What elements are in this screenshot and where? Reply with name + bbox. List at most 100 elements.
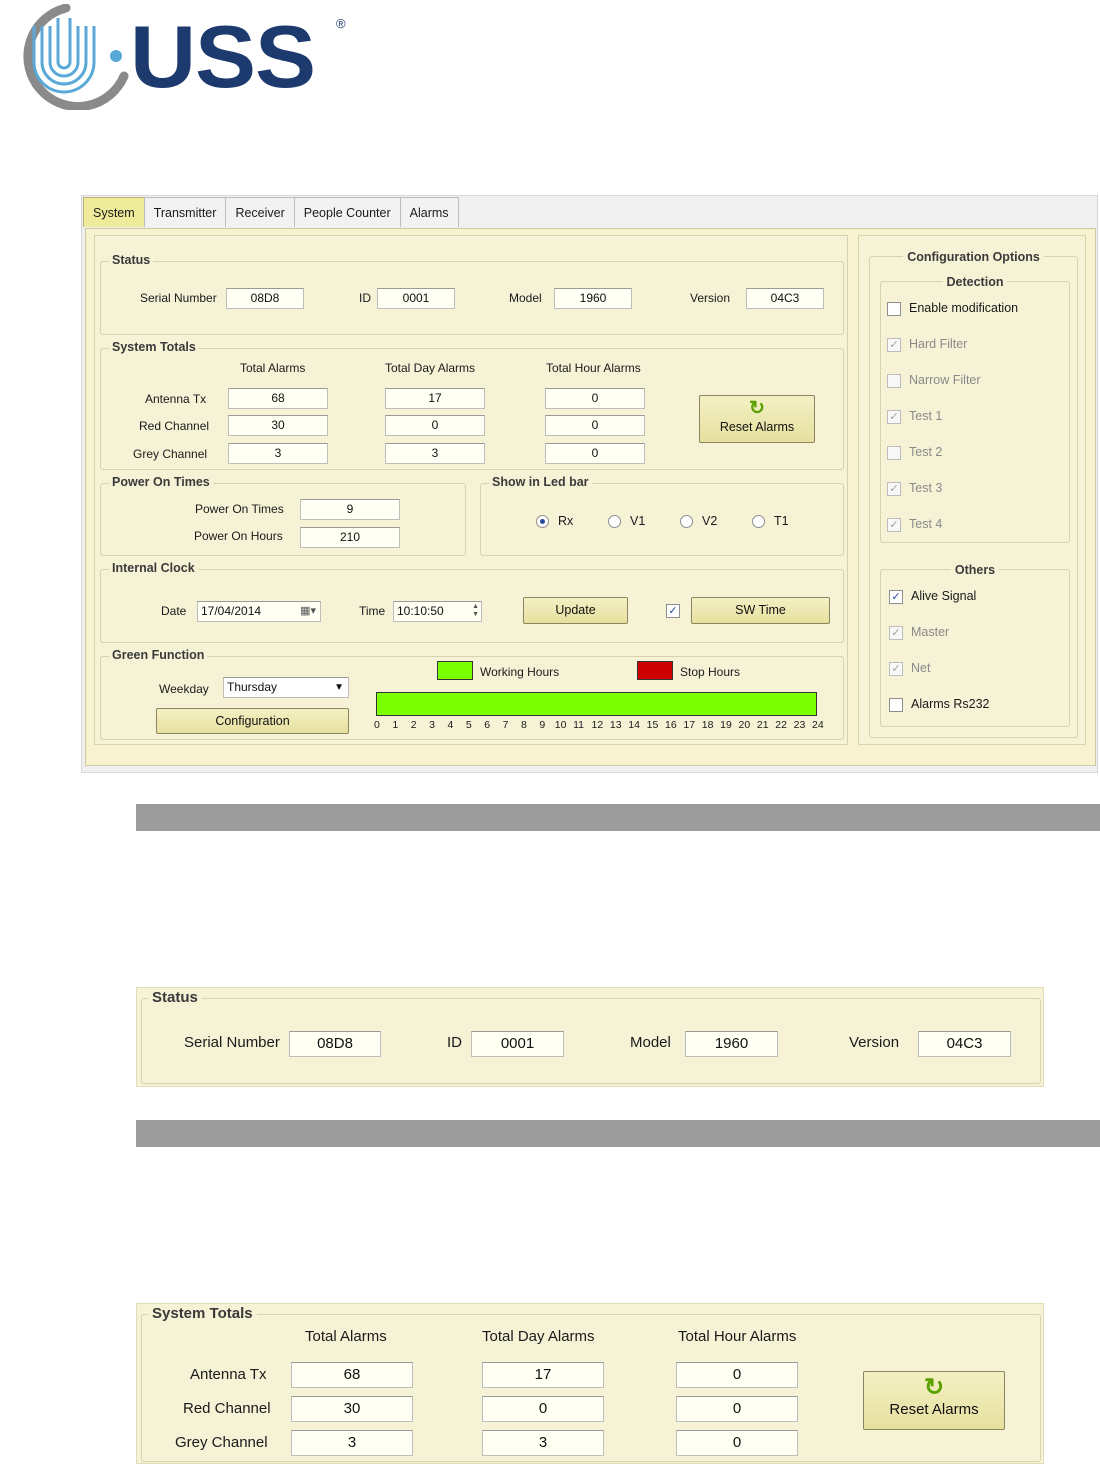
configuration-button[interactable]: Configuration	[156, 708, 349, 734]
detection-option-checkbox: ✓	[887, 482, 901, 496]
sw-time-checkbox[interactable]: ✓	[666, 604, 680, 618]
row-label-red-channel: Red Channel	[139, 419, 210, 433]
tab-people-counter[interactable]: People Counter	[293, 197, 401, 227]
totals-zoom-header-hour: Total Hour Alarms	[678, 1328, 797, 1345]
hour-ticks: 0 1 2 3 4 5 6 7 8 9 10 11 12 13 14 15 16 17 18 19 20 21 22 23 24	[374, 719, 826, 733]
status-group: Status Serial Number 08D8 ID 0001 Model …	[100, 253, 844, 335]
hour-tick-label: 3	[429, 719, 435, 731]
time-value: 10:10:50	[397, 604, 444, 618]
others-option-checkbox[interactable]: ✓	[889, 590, 903, 604]
status-zoom-version-label: Version	[849, 1034, 900, 1051]
working-hours-swatch	[437, 661, 473, 680]
hour-tick-label: 17	[683, 719, 696, 731]
spinner-arrows-icon[interactable]: ▲ ▼	[472, 603, 479, 619]
internal-clock-group: Internal Clock Date 17/04/2014 ▦▾ Time 1…	[100, 561, 844, 643]
totals-zoom-antenna-hour: 0	[676, 1362, 798, 1388]
detection-group: Detection Enable modification ✓ Hard Filte…	[880, 275, 1070, 543]
status-zoom-id-value: 0001	[471, 1031, 564, 1057]
calendar-dropdown-icon[interactable]: ▦▾	[300, 602, 316, 621]
detection-title: Detection	[942, 275, 1008, 289]
hour-tick-label: 7	[502, 719, 509, 731]
version-label: Version	[690, 291, 731, 305]
weekday-select[interactable]: Thursday ▼	[223, 677, 349, 698]
totals-zoom-header-day: Total Day Alarms	[482, 1328, 595, 1345]
hour-tick-label: 9	[539, 719, 546, 731]
led-radio-v2[interactable]	[680, 515, 693, 528]
app-window: System Transmitter Receiver People Count…	[81, 195, 1098, 773]
led-radio-rx[interactable]	[536, 515, 549, 528]
totals-zoom-red-hour: 0	[676, 1396, 798, 1422]
detection-option-label: Test 1	[909, 409, 943, 423]
totals-zoom-antenna-day: 17	[482, 1362, 604, 1388]
totals-zoom-panel: System Totals Total Alarms Total Day Ala…	[136, 1303, 1044, 1464]
hour-tick-label: 21	[756, 719, 769, 731]
sw-time-button[interactable]: SW Time	[691, 597, 830, 624]
hour-tick-label: 19	[720, 719, 732, 731]
tab-alarms[interactable]: Alarms	[399, 197, 459, 227]
tab-system[interactable]: System	[83, 197, 145, 227]
tab-transmitter[interactable]: Transmitter	[143, 197, 227, 227]
section-separator-2	[136, 1120, 1100, 1147]
model-value: 1960	[554, 288, 632, 309]
reset-alarms-button[interactable]: ↻ Reset Alarms	[699, 395, 815, 443]
hour-tick-label: 18	[701, 719, 714, 731]
hour-tick-label: 0	[374, 719, 380, 731]
totals-zoom-red-label: Red Channel	[183, 1400, 271, 1417]
registered-mark: ®	[336, 16, 346, 31]
chevron-down-icon: ▼	[334, 682, 344, 693]
totals-zoom-antenna-label: Antenna Tx	[190, 1366, 267, 1383]
stop-hours-swatch	[637, 661, 673, 680]
green-hours-bar[interactable]	[376, 692, 817, 716]
green-function-title: Green Function	[109, 648, 208, 662]
status-zoom-serial-label: Serial Number	[184, 1034, 280, 1051]
date-value: 17/04/2014	[201, 604, 262, 618]
logo-wordmark: USS	[130, 7, 316, 106]
header-total-hour-alarms: Total Hour Alarms	[546, 361, 641, 375]
tab-bar: System Transmitter Receiver People Count…	[83, 197, 459, 228]
others-title: Others	[950, 563, 1000, 577]
row-label-antenna-tx: Antenna Tx	[145, 392, 207, 406]
detection-option-label: Enable modification	[909, 301, 1019, 315]
detection-option-checkbox: ✓	[887, 338, 901, 352]
totals-zoom-reset-label: Reset Alarms	[889, 1401, 979, 1418]
totals-zoom-grey-hour: 0	[676, 1430, 798, 1456]
version-value: 04C3	[746, 288, 824, 309]
led-radio-v1[interactable]	[608, 515, 621, 528]
others-option-checkbox[interactable]	[889, 698, 903, 712]
hour-tick-label: 22	[775, 719, 787, 731]
hour-tick-label: 5	[465, 719, 472, 731]
id-label: ID	[359, 291, 371, 305]
totals-zoom-reset-button[interactable]: ↻ Reset Alarms	[863, 1371, 1005, 1430]
config-options-panel: Configuration Options Detection Enable m…	[858, 235, 1086, 745]
detection-option-label: Test 2	[909, 445, 943, 459]
hour-tick-label: 6	[484, 719, 491, 731]
led-option-rx-label: Rx	[558, 514, 574, 528]
serial-number-label: Serial Number	[140, 291, 217, 305]
config-options-title: Configuration Options	[903, 250, 1044, 264]
led-radio-t1[interactable]	[752, 515, 765, 528]
detection-option-label: Test 3	[909, 481, 943, 495]
uss-emblem-icon	[23, 3, 129, 112]
red-channel-total: 30	[228, 415, 328, 436]
update-button[interactable]: Update	[523, 597, 628, 624]
hour-tick-label: 2	[410, 719, 417, 731]
power-on-group: Power On Times Power On Times 9 Power On…	[100, 475, 466, 556]
hour-tick-label: 14	[628, 719, 640, 731]
status-zoom-serial-value: 08D8	[289, 1031, 381, 1057]
tab-receiver[interactable]: Receiver	[225, 197, 295, 227]
detection-title-wrap: Detection	[881, 275, 1069, 289]
led-bar-title: Show in Led bar	[489, 475, 592, 489]
hour-tick-label: 24	[812, 719, 824, 731]
totals-zoom-red-total: 30	[291, 1396, 413, 1422]
time-spinner[interactable]: 10:10:50 ▲ ▼	[393, 601, 482, 622]
reset-alarms-label: Reset Alarms	[719, 420, 795, 434]
detection-option-checkbox[interactable]	[887, 302, 901, 316]
antenna-tx-hour: 0	[545, 388, 645, 409]
date-label: Date	[161, 604, 187, 618]
detection-option-checkbox: ✓	[887, 410, 901, 424]
others-option-label: Net	[911, 661, 931, 675]
status-title: Status	[109, 253, 154, 267]
date-picker[interactable]: 17/04/2014 ▦▾	[197, 601, 321, 622]
led-option-v2-label: V2	[702, 514, 718, 528]
green-function-group: Green Function Weekday Thursday ▼ Config…	[100, 648, 844, 740]
